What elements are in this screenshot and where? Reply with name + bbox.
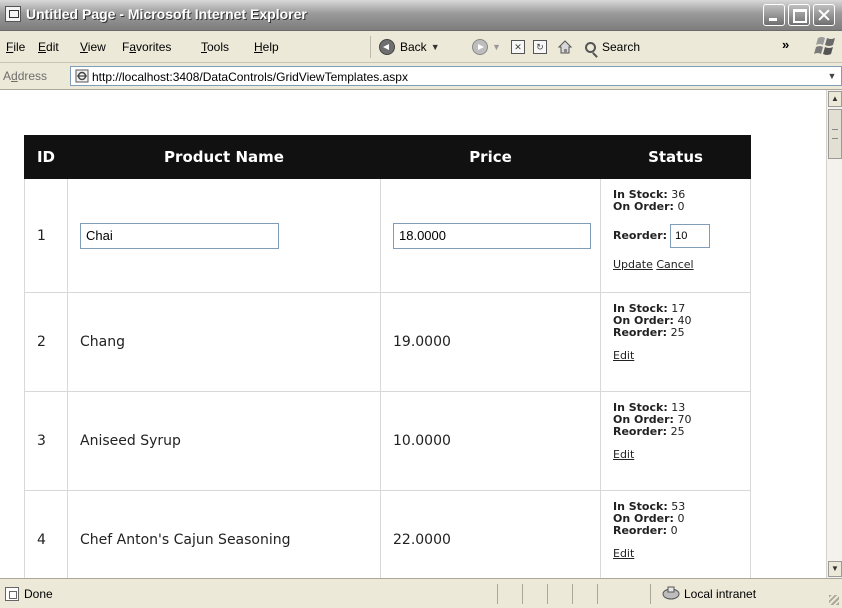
status-divider — [597, 584, 598, 604]
search-icon — [585, 41, 596, 53]
intranet-zone-icon[interactable] — [662, 585, 680, 601]
search-button[interactable]: Search — [585, 37, 640, 57]
cancel-link[interactable]: Cancel — [656, 258, 693, 271]
cell-product-name: Chef Anton's Cajun Seasoning — [67, 490, 381, 578]
header-price: Price — [380, 135, 601, 179]
maximize-button[interactable] — [788, 4, 810, 26]
status-bar: Done Local intranet — [0, 578, 842, 608]
cell-status: In Stock: 53 On Order: 0 Reorder: 0 Edit — [600, 490, 751, 578]
back-button[interactable]: Back ▼ — [379, 37, 440, 57]
address-dropdown-icon[interactable]: ▼ — [825, 69, 839, 83]
back-label: Back — [400, 40, 427, 54]
close-button[interactable] — [813, 4, 835, 26]
forward-arrow-icon — [472, 39, 488, 55]
vertical-scrollbar[interactable]: ▲ ▼ — [826, 90, 842, 578]
scroll-down-button[interactable]: ▼ — [828, 561, 842, 577]
table-row: 4 Chef Anton's Cajun Seasoning 22.0000 I… — [24, 490, 751, 578]
minimize-button[interactable] — [763, 4, 785, 26]
reorder-value: 0 — [670, 524, 678, 537]
cell-product-name — [67, 178, 381, 293]
menu-toolbar: File Edit View Favorites Tools Help Back… — [0, 31, 842, 63]
status-divider — [650, 584, 651, 604]
table-row: 1 In Stock: 36 On Order: 0 Reorder: Upda… — [24, 178, 751, 293]
forward-dropdown-icon[interactable]: ▼ — [492, 42, 501, 52]
menu-help[interactable]: Help — [254, 40, 279, 54]
menu-favorites[interactable]: Favorites — [122, 40, 171, 54]
status-divider — [547, 584, 548, 604]
reorder-input[interactable] — [670, 224, 711, 248]
toolbar-separator — [370, 36, 371, 58]
edit-link[interactable]: Edit — [613, 448, 634, 461]
on-order-value: 0 — [677, 200, 685, 213]
menu-file[interactable]: File — [6, 40, 25, 54]
price-input[interactable] — [393, 222, 591, 249]
status-divider — [572, 584, 573, 604]
cell-status: In Stock: 13 On Order: 70 Reorder: 25 Ed… — [600, 391, 751, 491]
table-row: 2 Chang 19.0000 In Stock: 17 On Order: 4… — [24, 292, 751, 392]
window-title: Untitled Page - Microsoft Internet Explo… — [26, 6, 307, 22]
ie-window-icon[interactable] — [5, 6, 21, 22]
back-arrow-icon — [379, 39, 395, 55]
header-product-name: Product Name — [67, 135, 381, 179]
windows-logo-icon — [814, 37, 835, 55]
reorder-value: 25 — [670, 326, 685, 339]
edit-link[interactable]: Edit — [613, 349, 634, 362]
products-grid: ID Product Name Price Status 1 In S — [24, 135, 751, 578]
page-content[interactable]: ID Product Name Price Status 1 In S — [0, 90, 826, 578]
status-divider — [522, 584, 523, 604]
address-field[interactable]: http://localhost:3408/DataControls/GridV… — [70, 66, 842, 86]
ie-page-icon — [75, 69, 89, 83]
cell-price: 22.0000 — [380, 490, 601, 578]
grid-header-row: ID Product Name Price Status — [24, 135, 751, 179]
table-row: 3 Aniseed Syrup 10.0000 In Stock: 13 On … — [24, 391, 751, 491]
title-bar[interactable]: Untitled Page - Microsoft Internet Explo… — [0, 0, 842, 31]
cell-id: 4 — [24, 490, 68, 578]
menu-tools[interactable]: Tools — [201, 40, 229, 54]
address-label: Address — [3, 69, 48, 83]
reorder-value: 25 — [670, 425, 685, 438]
home-icon[interactable] — [557, 39, 573, 55]
back-dropdown-icon[interactable]: ▼ — [431, 42, 440, 52]
scroll-thumb[interactable] — [828, 109, 842, 159]
resize-grip[interactable] — [829, 595, 839, 605]
cell-status: In Stock: 17 On Order: 40 Reorder: 25 Ed… — [600, 292, 751, 392]
cell-id: 2 — [24, 292, 68, 392]
cell-product-name: Chang — [67, 292, 381, 392]
edit-link[interactable]: Edit — [613, 547, 634, 560]
header-id: ID — [24, 135, 68, 179]
toolbar-overflow-chevron[interactable]: » — [782, 37, 789, 52]
cell-status: In Stock: 36 On Order: 0 Reorder: Update… — [600, 178, 751, 293]
security-zone-text: Local intranet — [684, 587, 757, 601]
address-bar: Address http://localhost:3408/DataContro… — [0, 63, 842, 90]
stop-icon[interactable]: ✕ — [511, 40, 525, 54]
cell-price — [380, 178, 601, 293]
cell-product-name: Aniseed Syrup — [67, 391, 381, 491]
menu-view[interactable]: View — [80, 40, 106, 54]
refresh-icon[interactable]: ↻ — [533, 40, 547, 54]
cell-id: 3 — [24, 391, 68, 491]
product-name-input[interactable] — [80, 222, 279, 249]
status-text: Done — [24, 587, 53, 601]
cell-price: 10.0000 — [380, 391, 601, 491]
on-order-value: 0 — [677, 512, 685, 525]
header-status: Status — [600, 135, 751, 179]
update-link[interactable]: Update — [613, 258, 653, 271]
scroll-up-button[interactable]: ▲ — [828, 91, 842, 107]
menu-edit[interactable]: Edit — [38, 40, 59, 54]
address-url: http://localhost:3408/DataControls/GridV… — [92, 70, 408, 84]
page-done-icon — [5, 587, 19, 601]
browser-window: Untitled Page - Microsoft Internet Explo… — [0, 0, 842, 608]
status-divider — [497, 584, 498, 604]
cell-price: 19.0000 — [380, 292, 601, 392]
forward-button[interactable]: ▼ — [472, 37, 501, 57]
cell-id: 1 — [24, 178, 68, 293]
search-label: Search — [602, 40, 641, 54]
